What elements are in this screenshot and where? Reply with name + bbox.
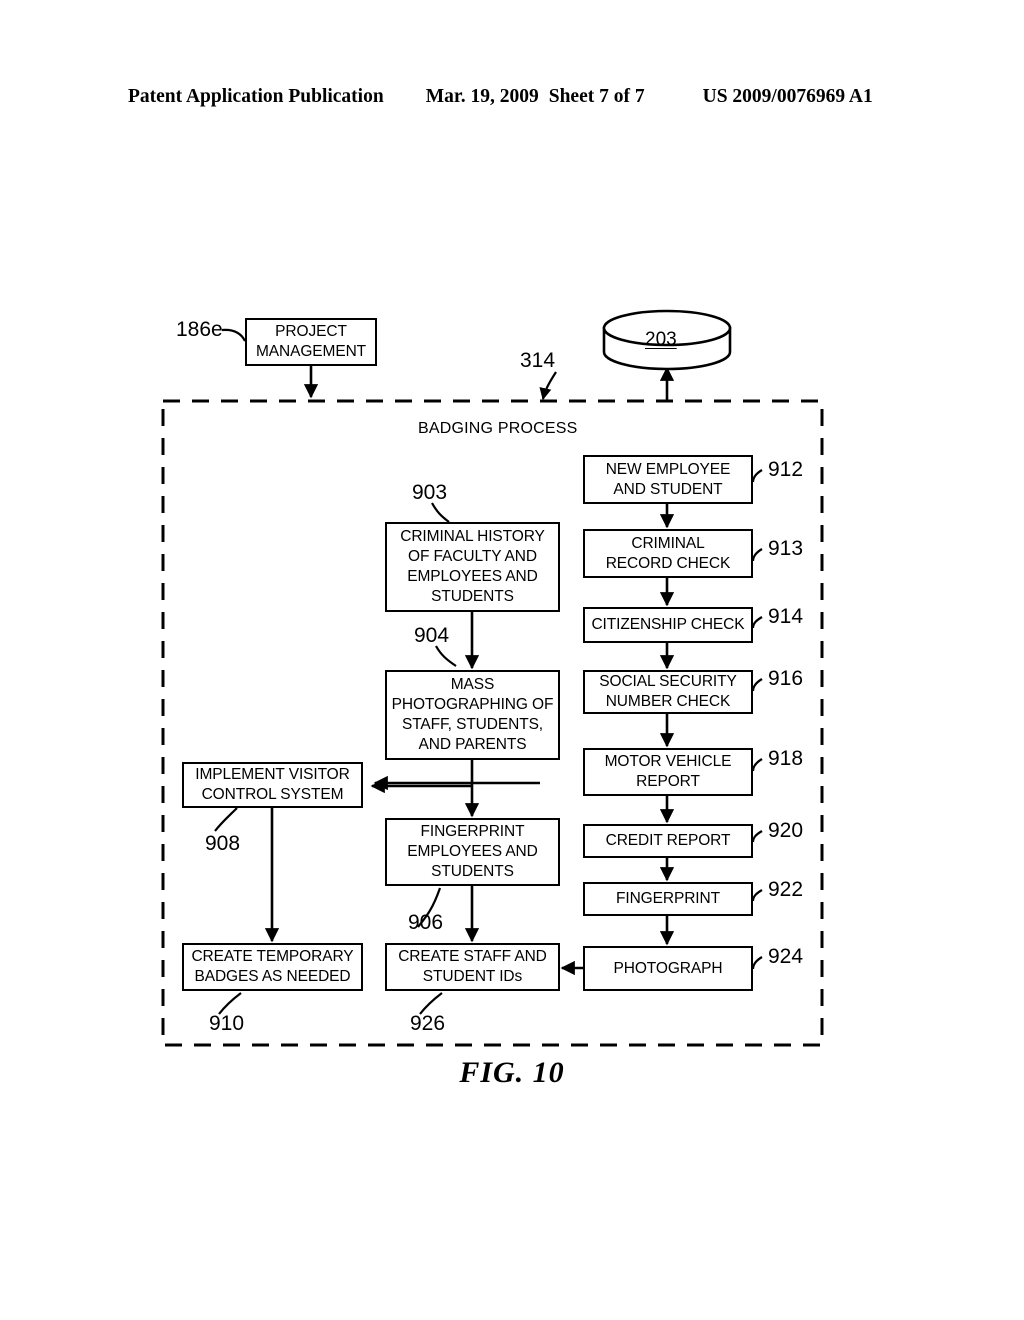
figure-10-diagram: BADGING PROCESS 203 PROJECT MANAGEMENT C… (0, 0, 1024, 1320)
node-criminal-history-line-2: EMPLOYEES AND (407, 568, 538, 585)
node-ssn-check-line-0: SOCIAL SECURITY (599, 673, 737, 690)
leader-904 (435, 645, 457, 667)
node-mass-photographing-line-1: PHOTOGRAPHING OF (391, 696, 554, 713)
leader-926 (419, 992, 443, 1015)
ref-904: 904 (414, 624, 450, 647)
leader-line-314 (539, 371, 557, 401)
node-create-temporary-badges-line-0: CREATE TEMPORARY (191, 948, 354, 965)
badging-process-label: BADGING PROCESS (418, 420, 578, 437)
database-label-203: 203 (645, 329, 677, 350)
node-motor-vehicle-report-line-1: REPORT (636, 773, 700, 790)
node-photograph[interactable]: PHOTOGRAPH (583, 946, 753, 991)
leader-918 (751, 758, 763, 772)
node-criminal-history[interactable]: CRIMINAL HISTORY OF FACULTY AND EMPLOYEE… (385, 522, 560, 612)
leader-186e (221, 328, 246, 342)
ref-926: 926 (410, 1012, 446, 1035)
ref-914: 914 (768, 605, 804, 628)
node-criminal-record-check-line-1: RECORD CHECK (605, 554, 731, 572)
node-create-staff-student-ids-line-0: CREATE STAFF AND (398, 948, 547, 965)
node-create-temporary-badges-line-1: BADGES AS NEEDED (194, 968, 351, 985)
node-criminal-history-line-1: OF FACULTY AND (408, 548, 537, 565)
ref-918: 918 (768, 747, 804, 770)
leader-910 (218, 992, 242, 1015)
node-criminal-record-check[interactable]: CRIMINAL RECORD CHECK (583, 529, 753, 578)
leader-903 (431, 502, 450, 523)
node-fingerprint-employees-line-0: FINGERPRINT (420, 823, 525, 840)
node-citizenship-check[interactable]: CITIZENSHIP CHECK (583, 607, 753, 643)
node-credit-report-line-0: CREDIT REPORT (605, 832, 731, 849)
ref-924: 924 (768, 945, 804, 968)
ref-910: 910 (209, 1012, 245, 1035)
leader-922 (751, 889, 763, 902)
node-photograph-line-0: PHOTOGRAPH (613, 959, 723, 977)
node-ssn-check[interactable]: SOCIAL SECURITY NUMBER CHECK (583, 670, 753, 714)
node-visitor-control-system[interactable]: IMPLEMENT VISITOR CONTROL SYSTEM (182, 762, 363, 808)
node-fingerprint-employees-line-1: EMPLOYEES AND (407, 843, 538, 860)
node-create-temporary-badges[interactable]: CREATE TEMPORARY BADGES AS NEEDED (182, 943, 363, 991)
ref-913: 913 (768, 537, 804, 560)
node-mass-photographing-line-2: STAFF, STUDENTS, (401, 716, 544, 733)
node-fingerprint-employees[interactable]: FINGERPRINT EMPLOYEES AND STUDENTS (385, 818, 560, 886)
ref-314: 314 (520, 349, 556, 372)
node-ssn-check-line-1: NUMBER CHECK (605, 693, 731, 710)
node-fingerprint-line-0: FINGERPRINT (616, 890, 720, 907)
ref-920: 920 (768, 819, 804, 842)
leader-908 (214, 807, 238, 832)
node-new-employee-student-line-0: NEW EMPLOYEE (605, 460, 731, 478)
ref-916: 916 (768, 667, 804, 690)
node-criminal-history-line-3: STUDENTS (431, 588, 514, 605)
node-citizenship-check-line-0: CITIZENSHIP CHECK (591, 616, 745, 633)
ref-908: 908 (205, 832, 241, 855)
node-create-staff-student-ids-line-1: STUDENT IDs (422, 968, 523, 985)
node-credit-report[interactable]: CREDIT REPORT (583, 824, 753, 858)
node-criminal-record-check-line-0: CRIMINAL (631, 534, 705, 552)
leader-912 (751, 469, 763, 483)
leader-913 (751, 548, 763, 562)
node-motor-vehicle-report-line-0: MOTOR VEHICLE (604, 753, 732, 770)
node-fingerprint[interactable]: FINGERPRINT (583, 882, 753, 916)
node-new-employee-student-line-1: AND STUDENT (613, 480, 723, 498)
node-fingerprint-employees-line-2: STUDENTS (431, 863, 514, 880)
ref-903: 903 (412, 481, 448, 504)
node-criminal-history-line-0: CRIMINAL HISTORY (400, 528, 545, 545)
node-create-staff-student-ids[interactable]: CREATE STAFF AND STUDENT IDs (385, 943, 560, 991)
leader-920 (751, 830, 763, 843)
node-visitor-control-system-line-1: CONTROL SYSTEM (201, 786, 344, 803)
ref-906: 906 (408, 911, 444, 934)
ref-186e: 186e (176, 318, 223, 341)
node-mass-photographing-line-0: MASS (450, 676, 495, 693)
leader-916 (751, 678, 763, 692)
figure-caption: FIG. 10 (459, 1056, 565, 1089)
node-project-management[interactable]: PROJECT MANAGEMENT (245, 318, 377, 366)
node-new-employee-student[interactable]: NEW EMPLOYEE AND STUDENT (583, 455, 753, 504)
node-mass-photographing-line-3: AND PARENTS (418, 736, 527, 753)
node-visitor-control-system-line-0: IMPLEMENT VISITOR (195, 766, 350, 783)
ref-912: 912 (768, 458, 804, 481)
node-mass-photographing[interactable]: MASS PHOTOGRAPHING OF STAFF, STUDENTS, A… (385, 670, 560, 760)
leader-924 (751, 956, 763, 970)
ref-922: 922 (768, 878, 804, 901)
node-project-management-line-1: MANAGEMENT (255, 343, 367, 360)
node-project-management-line-0: PROJECT (275, 323, 347, 340)
leader-914 (751, 616, 763, 629)
node-motor-vehicle-report[interactable]: MOTOR VEHICLE REPORT (583, 748, 753, 796)
diagram-vector-layer (161, 309, 824, 1047)
